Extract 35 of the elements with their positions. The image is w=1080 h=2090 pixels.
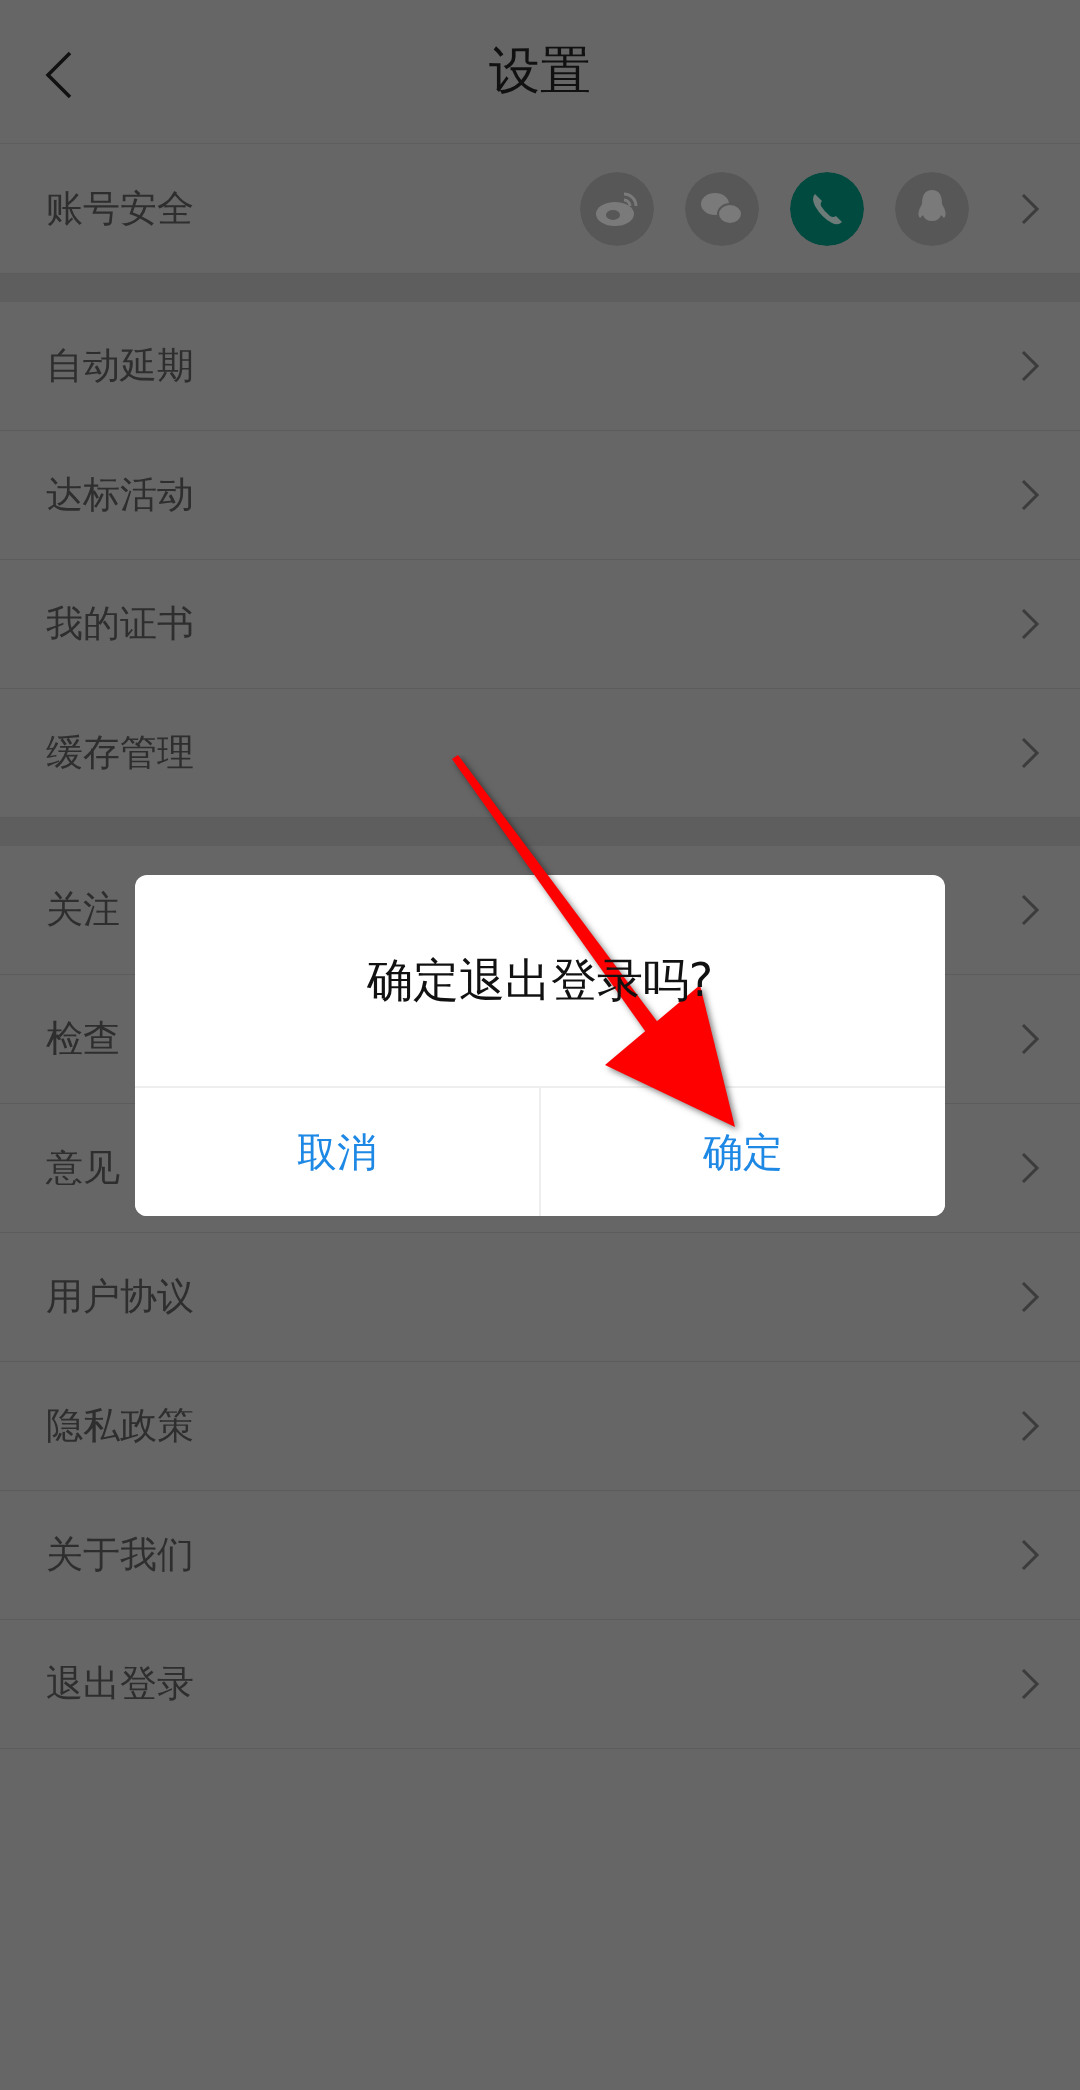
chevron-icon: [1020, 1667, 1040, 1701]
row-label: 关注: [46, 887, 120, 933]
row-label: 账号安全: [46, 185, 194, 232]
row-label: 达标活动: [46, 472, 194, 518]
chevron-icon: [1020, 1538, 1040, 1572]
row-label: 关于我们: [46, 1532, 194, 1578]
chevron-icon: [1020, 191, 1040, 226]
row-label: 意见: [46, 1145, 120, 1191]
row-label: 检查: [46, 1016, 120, 1062]
chevron-icon: [1020, 1022, 1040, 1056]
chevron-icon: [1020, 349, 1040, 383]
settings-row[interactable]: 用户协议: [0, 1233, 1080, 1362]
chevron-icon: [1020, 1280, 1040, 1314]
chevron-icon: [1020, 478, 1040, 512]
back-icon[interactable]: [44, 50, 74, 100]
chevron-icon: [1020, 1151, 1040, 1185]
settings-row[interactable]: 隐私政策: [0, 1362, 1080, 1491]
chevron-icon: [1020, 607, 1040, 641]
row-label: 用户协议: [46, 1274, 194, 1320]
row-label: 缓存管理: [46, 730, 194, 776]
settings-row[interactable]: 关于我们: [0, 1491, 1080, 1620]
dialog-button[interactable]: 确定: [539, 1088, 945, 1216]
settings-row[interactable]: 退出登录: [0, 1620, 1080, 1749]
settings-row[interactable]: 达标活动: [0, 431, 1080, 560]
row-label: 隐私政策: [46, 1403, 194, 1449]
account-security-row[interactable]: 账号安全: [0, 144, 1080, 274]
chevron-icon: [1020, 893, 1040, 927]
chevron-icon: [1020, 736, 1040, 770]
row-label: 退出登录: [46, 1661, 194, 1707]
row-label: 自动延期: [46, 343, 194, 389]
settings-row[interactable]: 我的证书: [0, 560, 1080, 689]
chevron-icon: [1020, 1409, 1040, 1443]
row-label: 我的证书: [46, 601, 194, 647]
page-title: 设置: [489, 40, 591, 102]
settings-row[interactable]: 自动延期: [0, 302, 1080, 431]
